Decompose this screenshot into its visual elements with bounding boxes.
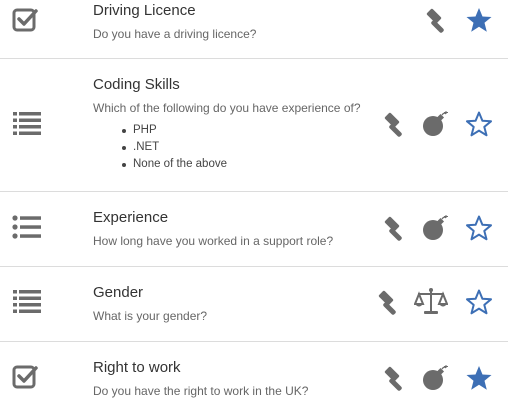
option-item: PHP — [122, 122, 227, 139]
question-row[interactable]: Gender What is your gender? — [0, 267, 508, 341]
question-subtitle: Which of the following do you have exper… — [93, 101, 361, 115]
checkbox-icon — [12, 5, 42, 35]
question-title: Gender — [93, 284, 144, 301]
question-subtitle: Do you have a driving licence? — [93, 27, 257, 41]
question-subtitle: Do you have the right to work in the UK? — [93, 384, 309, 398]
option-item: None of the above — [122, 156, 227, 173]
star-outline-icon[interactable] — [465, 288, 493, 316]
option-item: .NET — [122, 139, 227, 156]
list-icon — [12, 109, 42, 139]
gavel-icon[interactable] — [381, 364, 409, 392]
bomb-icon[interactable] — [421, 364, 449, 392]
gavel-icon[interactable] — [381, 214, 409, 242]
question-title: Coding Skills — [93, 76, 180, 93]
question-row[interactable]: Right to work Do you have the right to w… — [0, 342, 508, 420]
gavel-icon[interactable] — [375, 288, 403, 316]
gavel-icon[interactable] — [381, 110, 409, 138]
question-subtitle: How long have you worked in a support ro… — [93, 234, 334, 248]
list-bullets-icon — [12, 213, 42, 243]
gavel-icon[interactable] — [423, 6, 451, 34]
question-title: Experience — [93, 209, 169, 226]
question-row[interactable]: Experience How long have you worked in a… — [0, 192, 508, 266]
option-list: PHP .NET None of the above — [122, 122, 227, 173]
star-filled-icon[interactable] — [465, 364, 493, 392]
star-outline-icon[interactable] — [465, 110, 493, 138]
question-title: Right to work — [93, 359, 181, 376]
question-title: Driving Licence — [93, 2, 196, 19]
question-row[interactable]: Driving Licence Do you have a driving li… — [0, 0, 508, 58]
bomb-icon[interactable] — [421, 214, 449, 242]
question-row[interactable]: Coding Skills Which of the following do … — [0, 59, 508, 191]
checkbox-icon — [12, 362, 42, 392]
bomb-icon[interactable] — [421, 110, 449, 138]
star-outline-icon[interactable] — [465, 214, 493, 242]
question-subtitle: What is your gender? — [93, 309, 208, 323]
list-icon — [12, 287, 42, 317]
star-filled-icon[interactable] — [465, 6, 493, 34]
scales-icon[interactable] — [414, 287, 448, 315]
